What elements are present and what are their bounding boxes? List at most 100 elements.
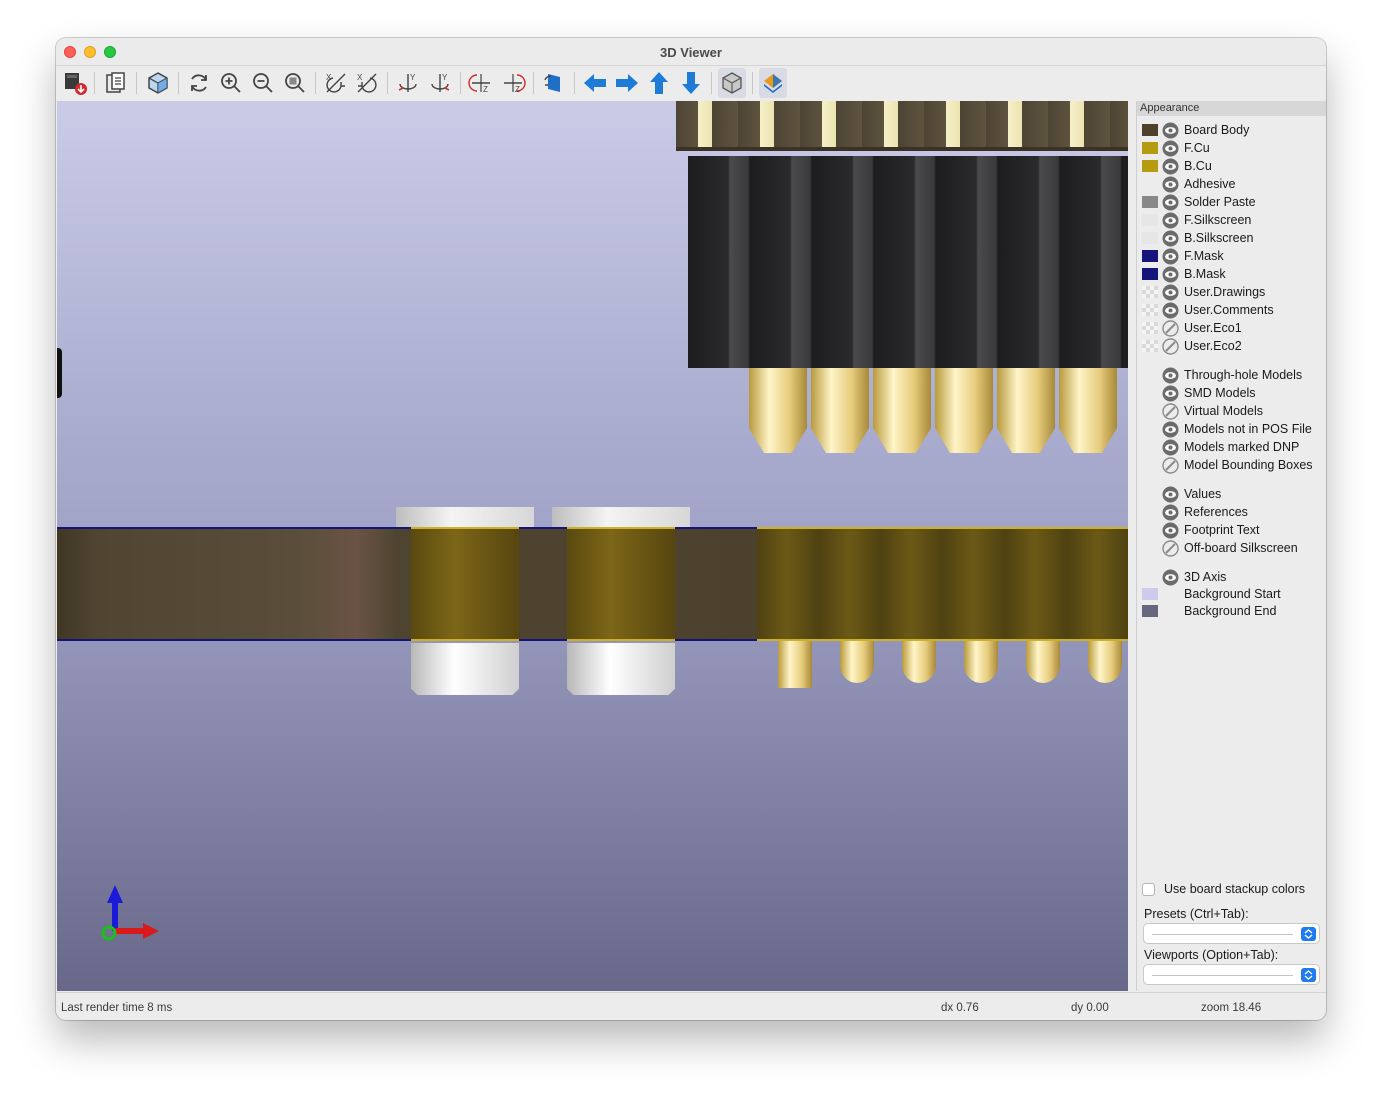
hidden-eye-icon[interactable] xyxy=(1162,457,1179,474)
appearance-toggle-button[interactable] xyxy=(759,68,787,98)
color-swatch[interactable] xyxy=(1142,124,1158,136)
visibility-eye-icon[interactable] xyxy=(1162,194,1179,211)
layer-row[interactable]: B.Mask xyxy=(1137,265,1326,283)
chevron-updown-icon xyxy=(1301,927,1316,941)
color-swatch[interactable] xyxy=(1142,232,1158,244)
color-swatch[interactable] xyxy=(1142,250,1158,262)
dx-readout: dx 0.76 xyxy=(941,1002,979,1014)
orthographic-button[interactable] xyxy=(718,68,746,98)
layer-row[interactable]: Through-hole Models xyxy=(1137,366,1326,384)
layer-row[interactable]: Off-board Silkscreen xyxy=(1137,539,1326,557)
3d-viewport[interactable] xyxy=(57,101,1128,991)
zoom-out-button[interactable] xyxy=(249,68,277,98)
layer-row[interactable]: Values xyxy=(1137,485,1326,503)
move-left-button[interactable] xyxy=(581,68,609,98)
color-swatch[interactable] xyxy=(1142,268,1158,280)
layer-name: Models not in POS File xyxy=(1184,422,1312,436)
visibility-eye-icon[interactable] xyxy=(1162,302,1179,319)
layer-row[interactable]: SMD Models xyxy=(1137,384,1326,402)
standoff-bottom-1 xyxy=(411,643,519,695)
flip-board-button[interactable] xyxy=(540,68,568,98)
layer-row[interactable]: Footprint Text xyxy=(1137,521,1326,539)
layer-row[interactable]: User.Comments xyxy=(1137,301,1326,319)
export-image-button[interactable] xyxy=(61,68,89,98)
layer-row[interactable]: Models marked DNP xyxy=(1137,438,1326,456)
layer-name: User.Comments xyxy=(1184,303,1274,317)
layer-row[interactable]: Solder Paste xyxy=(1137,193,1326,211)
rotate-x-cw-button[interactable]: X xyxy=(322,68,350,98)
color-swatch[interactable] xyxy=(1142,340,1158,352)
visibility-eye-icon[interactable] xyxy=(1162,140,1179,157)
move-right-button[interactable] xyxy=(613,68,641,98)
zoom-in-button[interactable] xyxy=(217,68,245,98)
color-swatch[interactable] xyxy=(1142,304,1158,316)
visibility-eye-icon[interactable] xyxy=(1162,569,1179,586)
hidden-eye-icon[interactable] xyxy=(1162,320,1179,337)
rotate-y-cw-button[interactable]: Y xyxy=(394,68,422,98)
color-swatch[interactable] xyxy=(1142,588,1158,600)
viewports-label: Viewports (Option+Tab): xyxy=(1144,948,1279,962)
stackup-colors-checkbox[interactable] xyxy=(1142,883,1155,896)
visibility-eye-icon[interactable] xyxy=(1162,266,1179,283)
color-swatch[interactable] xyxy=(1142,160,1158,172)
presets-select[interactable] xyxy=(1143,923,1320,944)
raytracing-button[interactable] xyxy=(144,68,172,98)
visibility-eye-icon[interactable] xyxy=(1162,439,1179,456)
layer-row[interactable]: B.Cu xyxy=(1137,157,1326,175)
chevron-updown-icon xyxy=(1301,968,1316,982)
layer-row[interactable]: User.Eco2 xyxy=(1137,337,1326,355)
layer-row[interactable]: Background Start xyxy=(1137,585,1326,603)
layer-row[interactable]: F.Mask xyxy=(1137,247,1326,265)
color-swatch[interactable] xyxy=(1142,214,1158,226)
visibility-eye-icon[interactable] xyxy=(1162,504,1179,521)
move-down-button[interactable] xyxy=(677,68,705,98)
visibility-eye-icon[interactable] xyxy=(1162,421,1179,438)
visibility-eye-icon[interactable] xyxy=(1162,284,1179,301)
color-swatch[interactable] xyxy=(1142,286,1158,298)
color-swatch[interactable] xyxy=(1142,178,1158,190)
rotate-z-ccw-button[interactable]: Z xyxy=(499,68,527,98)
layer-row[interactable]: References xyxy=(1137,503,1326,521)
layer-name: SMD Models xyxy=(1184,386,1256,400)
visibility-eye-icon[interactable] xyxy=(1162,248,1179,265)
rotate-x-ccw-button[interactable]: X xyxy=(353,68,381,98)
zoom-fit-button[interactable] xyxy=(281,68,309,98)
layer-row[interactable]: Adhesive xyxy=(1137,175,1326,193)
visibility-eye-icon[interactable] xyxy=(1162,176,1179,193)
visibility-eye-icon[interactable] xyxy=(1162,212,1179,229)
color-swatch[interactable] xyxy=(1142,196,1158,208)
layer-row[interactable]: Background End xyxy=(1137,602,1326,620)
hidden-eye-icon[interactable] xyxy=(1162,403,1179,420)
layer-row[interactable]: 3D Axis xyxy=(1137,568,1326,586)
layer-row[interactable]: User.Drawings xyxy=(1137,283,1326,301)
color-swatch[interactable] xyxy=(1142,142,1158,154)
layer-row[interactable]: Model Bounding Boxes xyxy=(1137,456,1326,474)
header-top-strip xyxy=(676,101,1128,151)
layer-name: Off-board Silkscreen xyxy=(1184,541,1298,555)
layer-row[interactable]: Models not in POS File xyxy=(1137,420,1326,438)
move-up-button[interactable] xyxy=(645,68,673,98)
layer-row[interactable]: Virtual Models xyxy=(1137,402,1326,420)
hidden-eye-icon[interactable] xyxy=(1162,338,1179,355)
rotate-y-ccw-button[interactable]: Y xyxy=(426,68,454,98)
layer-name: Board Body xyxy=(1184,123,1250,137)
layer-row[interactable]: User.Eco1 xyxy=(1137,319,1326,337)
color-swatch[interactable] xyxy=(1142,605,1158,617)
visibility-eye-icon[interactable] xyxy=(1162,122,1179,139)
visibility-eye-icon[interactable] xyxy=(1162,486,1179,503)
visibility-eye-icon[interactable] xyxy=(1162,158,1179,175)
visibility-eye-icon[interactable] xyxy=(1162,367,1179,384)
visibility-eye-icon[interactable] xyxy=(1162,230,1179,247)
reload-button[interactable] xyxy=(185,68,213,98)
layer-row[interactable]: F.Cu xyxy=(1137,139,1326,157)
layer-row[interactable]: B.Silkscreen xyxy=(1137,229,1326,247)
rotate-z-cw-button[interactable]: Z xyxy=(467,68,495,98)
visibility-eye-icon[interactable] xyxy=(1162,385,1179,402)
copy-to-clipboard-button[interactable] xyxy=(102,68,130,98)
visibility-eye-icon[interactable] xyxy=(1162,522,1179,539)
layer-row[interactable]: Board Body xyxy=(1137,121,1326,139)
color-swatch[interactable] xyxy=(1142,322,1158,334)
layer-row[interactable]: F.Silkscreen xyxy=(1137,211,1326,229)
viewports-select[interactable] xyxy=(1143,964,1320,985)
hidden-eye-icon[interactable] xyxy=(1162,540,1179,557)
